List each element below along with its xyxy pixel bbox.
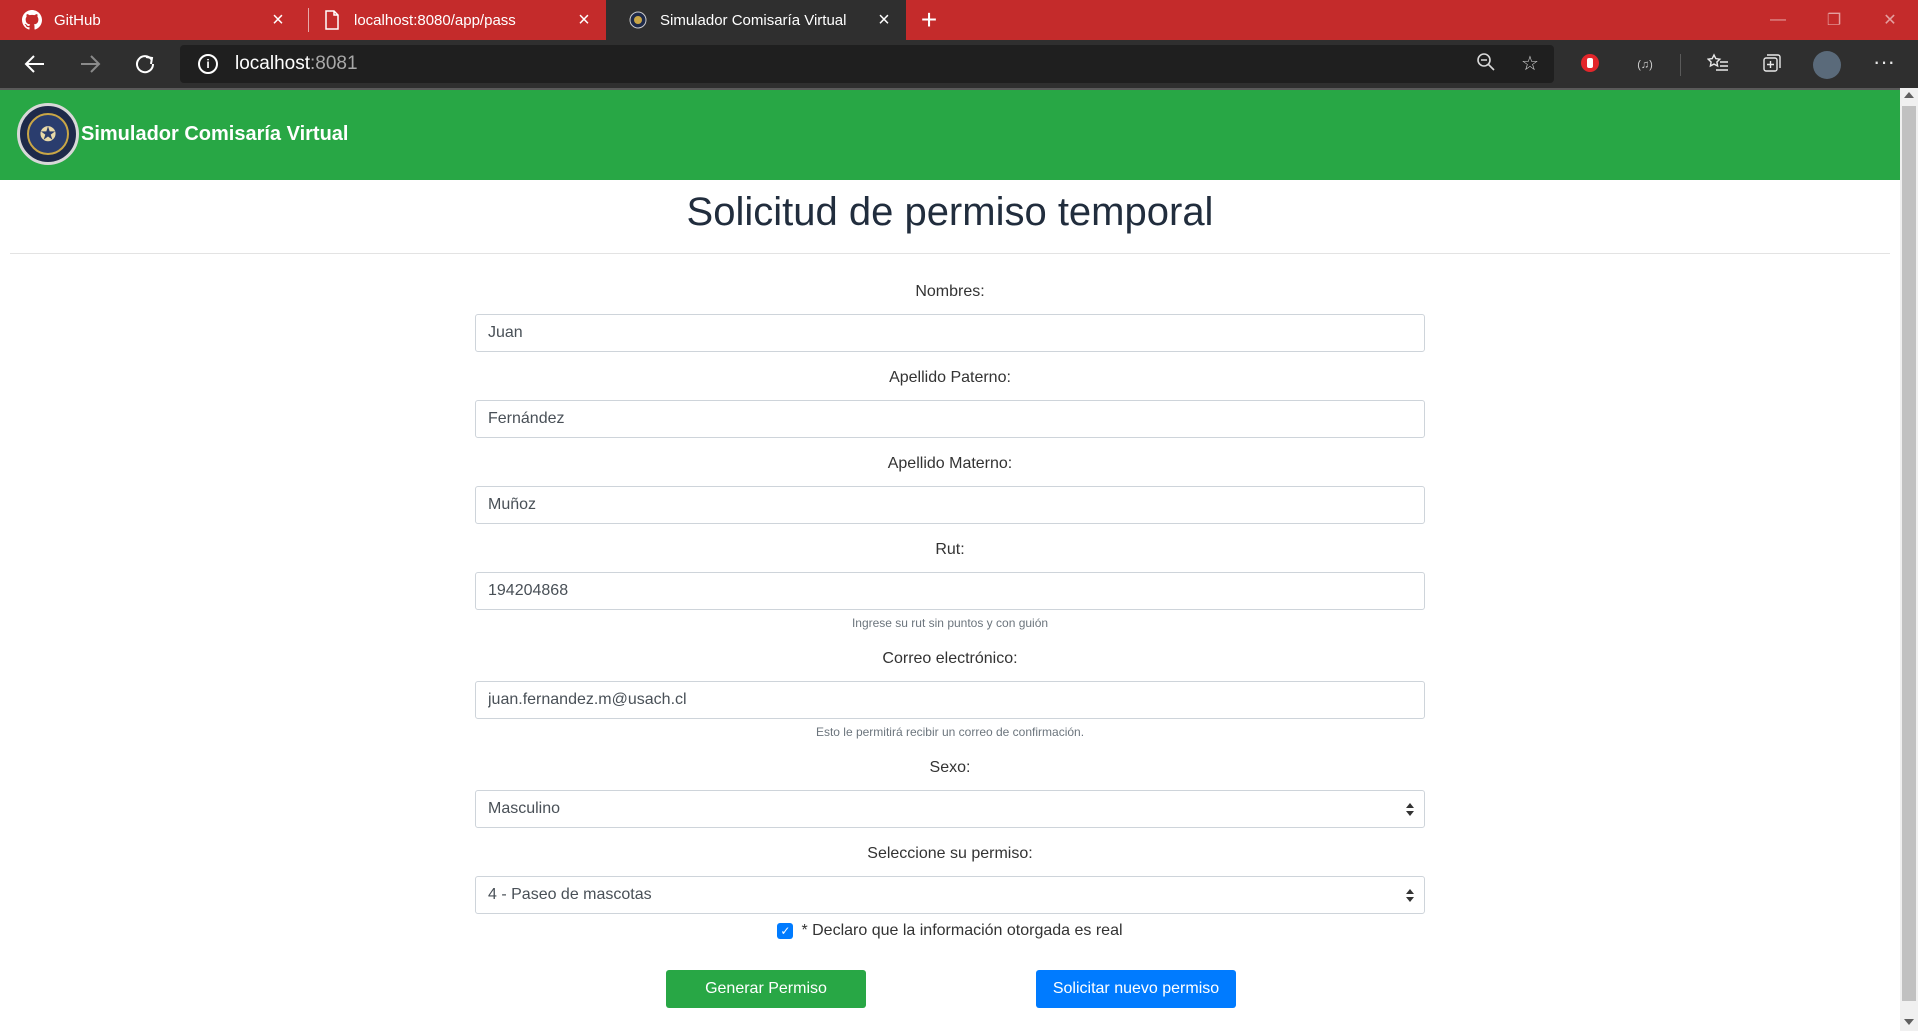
- page-viewport: ✪ Simulador Comisaría Virtual Solicitud …: [0, 88, 1900, 1031]
- info-icon[interactable]: i: [198, 54, 218, 74]
- apellido-paterno-label: Apellido Paterno:: [889, 369, 1011, 386]
- zoom-icon[interactable]: [1474, 52, 1498, 76]
- sexo-label: Sexo:: [929, 759, 971, 776]
- forward-button[interactable]: [72, 46, 108, 82]
- eagle-emblem-icon: ✪: [27, 113, 69, 155]
- more-options-icon[interactable]: ···: [1871, 51, 1897, 78]
- site-brand[interactable]: Simulador Comisaría Virtual: [81, 123, 349, 146]
- apellido-paterno-input[interactable]: [475, 400, 1425, 438]
- page-icon: [322, 10, 342, 30]
- favorite-star-icon[interactable]: ☆: [1518, 52, 1542, 76]
- tab-localhost-8080[interactable]: localhost:8080/app/pass ×: [300, 0, 606, 40]
- declaracion-checkbox[interactable]: ✓: [777, 923, 794, 939]
- close-window-button[interactable]: ✕: [1862, 0, 1918, 40]
- close-icon[interactable]: ×: [574, 10, 594, 30]
- title-divider: [10, 253, 1890, 254]
- toolbar-divider: [1680, 54, 1681, 76]
- permiso-select[interactable]: 4 - Paseo de mascotas: [475, 876, 1425, 914]
- browser-toolbar: i localhost:8081 ☆ (♫) ···: [0, 40, 1918, 88]
- refresh-button[interactable]: [127, 46, 163, 82]
- email-input[interactable]: [475, 681, 1425, 719]
- collections-icon[interactable]: [1759, 52, 1785, 78]
- police-seal-logo: ✪: [17, 103, 79, 165]
- url-port: :8081: [310, 53, 358, 74]
- close-icon[interactable]: ×: [268, 10, 288, 30]
- adblock-extension-icon[interactable]: [1577, 52, 1603, 78]
- rut-label: Rut:: [935, 541, 965, 558]
- tab-title: GitHub: [54, 11, 101, 29]
- apellido-materno-input[interactable]: [475, 486, 1425, 524]
- close-icon[interactable]: ×: [874, 10, 894, 30]
- browser-titlebar: GitHub × localhost:8080/app/pass × Simul…: [0, 0, 1918, 40]
- sexo-select[interactable]: Masculino: [475, 790, 1425, 828]
- new-tab-button[interactable]: +: [914, 5, 944, 35]
- extension-icon[interactable]: (♫): [1632, 52, 1658, 78]
- tab-title: localhost:8080/app/pass: [354, 11, 516, 29]
- declaracion-label[interactable]: * Declaro que la información otorgada es…: [801, 922, 1122, 940]
- scroll-down-arrow-icon[interactable]: [1904, 1019, 1914, 1025]
- declaracion-row: ✓ * Declaro que la información otorgada …: [475, 922, 1425, 940]
- restore-button[interactable]: ❐: [1806, 0, 1862, 40]
- permiso-label: Seleccione su permiso:: [867, 845, 1033, 862]
- page-title: Solicitud de permiso temporal: [686, 190, 1214, 234]
- correo-label: Correo electrónico:: [882, 650, 1018, 667]
- permiso-selected-value: 4 - Paseo de mascotas: [488, 886, 652, 903]
- apellido-materno-label: Apellido Materno:: [887, 455, 1013, 472]
- tab-github[interactable]: GitHub ×: [0, 0, 300, 40]
- site-favicon-icon: [628, 10, 648, 30]
- url-text[interactable]: localhost:8081: [235, 53, 358, 75]
- scroll-thumb[interactable]: [1902, 106, 1916, 1001]
- address-bar[interactable]: i localhost:8081 ☆: [180, 45, 1554, 83]
- profile-avatar[interactable]: [1813, 51, 1841, 79]
- favorites-list-icon[interactable]: [1705, 52, 1731, 78]
- minimize-button[interactable]: —: [1750, 0, 1806, 40]
- sexo-selected-value: Masculino: [488, 800, 561, 817]
- nombres-input[interactable]: [475, 314, 1425, 352]
- scroll-up-arrow-icon[interactable]: [1904, 92, 1914, 98]
- email-hint: Esto le permitirá recibir un correo de c…: [815, 725, 1085, 739]
- github-icon: [22, 10, 42, 30]
- generar-permiso-button[interactable]: Generar Permiso: [666, 970, 866, 1008]
- solicitar-nuevo-permiso-button[interactable]: Solicitar nuevo permiso: [1036, 970, 1236, 1008]
- page-scrollbar[interactable]: [1900, 88, 1918, 1031]
- rut-hint: Ingrese su rut sin puntos y con guión: [851, 616, 1049, 630]
- back-button[interactable]: [17, 46, 53, 82]
- url-host: localhost: [235, 53, 310, 74]
- site-header: ✪ Simulador Comisaría Virtual: [0, 90, 1900, 180]
- rut-input[interactable]: [475, 572, 1425, 610]
- nombres-label: Nombres:: [915, 283, 985, 300]
- tab-title: Simulador Comisaría Virtual: [660, 11, 847, 29]
- tab-simulador[interactable]: Simulador Comisaría Virtual ×: [606, 0, 906, 40]
